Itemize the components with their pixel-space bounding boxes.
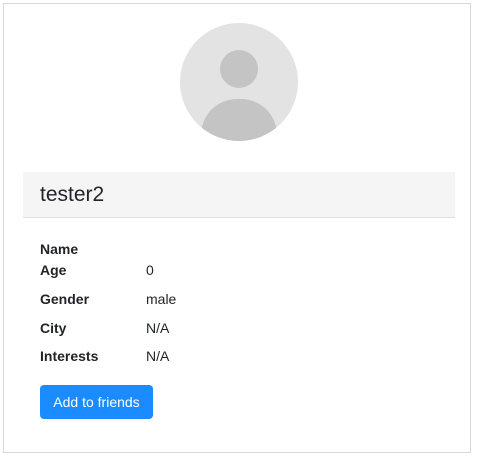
username: tester2 [40, 183, 105, 206]
profile-row-gender: Gender male [40, 289, 440, 309]
field-label-age: Age [40, 262, 67, 278]
profile-row-interests: Interests N/A [40, 346, 440, 366]
field-value-interests: N/A [146, 348, 170, 364]
avatar-body-icon [201, 99, 277, 141]
profile-name-header: tester2 [23, 172, 455, 218]
profile-row-age: Age 0 [40, 260, 440, 280]
field-label-gender: Gender [40, 291, 90, 307]
field-value-gender: male [146, 291, 177, 307]
profile-card: tester2 Name Age 0 Gender male City N/A … [3, 3, 471, 453]
avatar-head-icon [220, 50, 258, 88]
profile-row-city: City N/A [40, 318, 440, 338]
profile-row-name: Name [40, 239, 440, 259]
field-label-interests: Interests [40, 348, 99, 364]
field-value-age: 0 [146, 262, 154, 278]
field-value-city: N/A [146, 320, 170, 336]
avatar [180, 23, 298, 141]
field-label-name: Name [40, 241, 79, 257]
add-to-friends-button[interactable]: Add to friends [40, 385, 153, 419]
field-label-city: City [40, 320, 67, 336]
